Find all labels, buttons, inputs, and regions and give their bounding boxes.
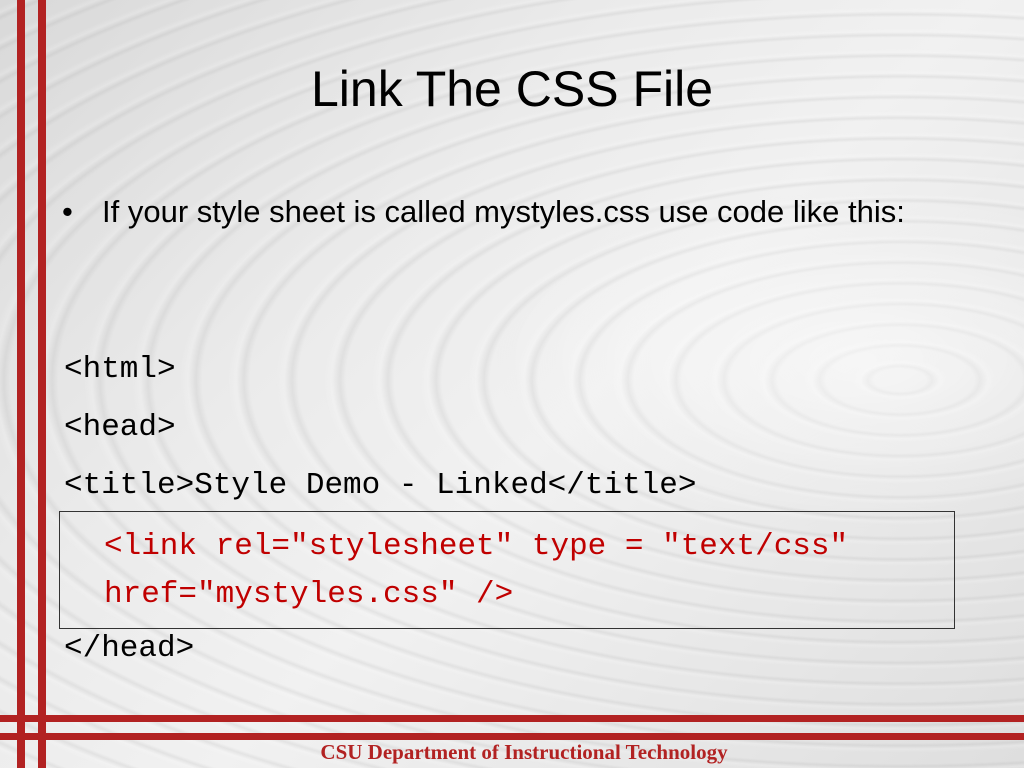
- bullet-text: If your style sheet is called mystyles.c…: [102, 194, 905, 229]
- bullet-item: • If your style sheet is called mystyles…: [62, 190, 912, 234]
- code-line-html-open: <html>: [64, 352, 176, 387]
- slide-footer: CSU Department of Instructional Technolo…: [320, 740, 728, 764]
- slide-title: Link The CSS File: [310, 61, 714, 117]
- bullet-dot: •: [62, 194, 73, 229]
- bottom-red-stripe-2: [0, 733, 1024, 740]
- left-red-stripe-2: [38, 0, 46, 768]
- code-line-head-close: </head>: [64, 631, 195, 666]
- code-line-head-open: <head>: [64, 410, 176, 445]
- left-red-stripe-1: [17, 0, 25, 768]
- code-line-title: <title>Style Demo - Linked</title>: [64, 468, 697, 503]
- bottom-red-stripe-1: [0, 715, 1024, 722]
- code-line-link: <link rel="stylesheet" type = "text/css"…: [104, 529, 867, 612]
